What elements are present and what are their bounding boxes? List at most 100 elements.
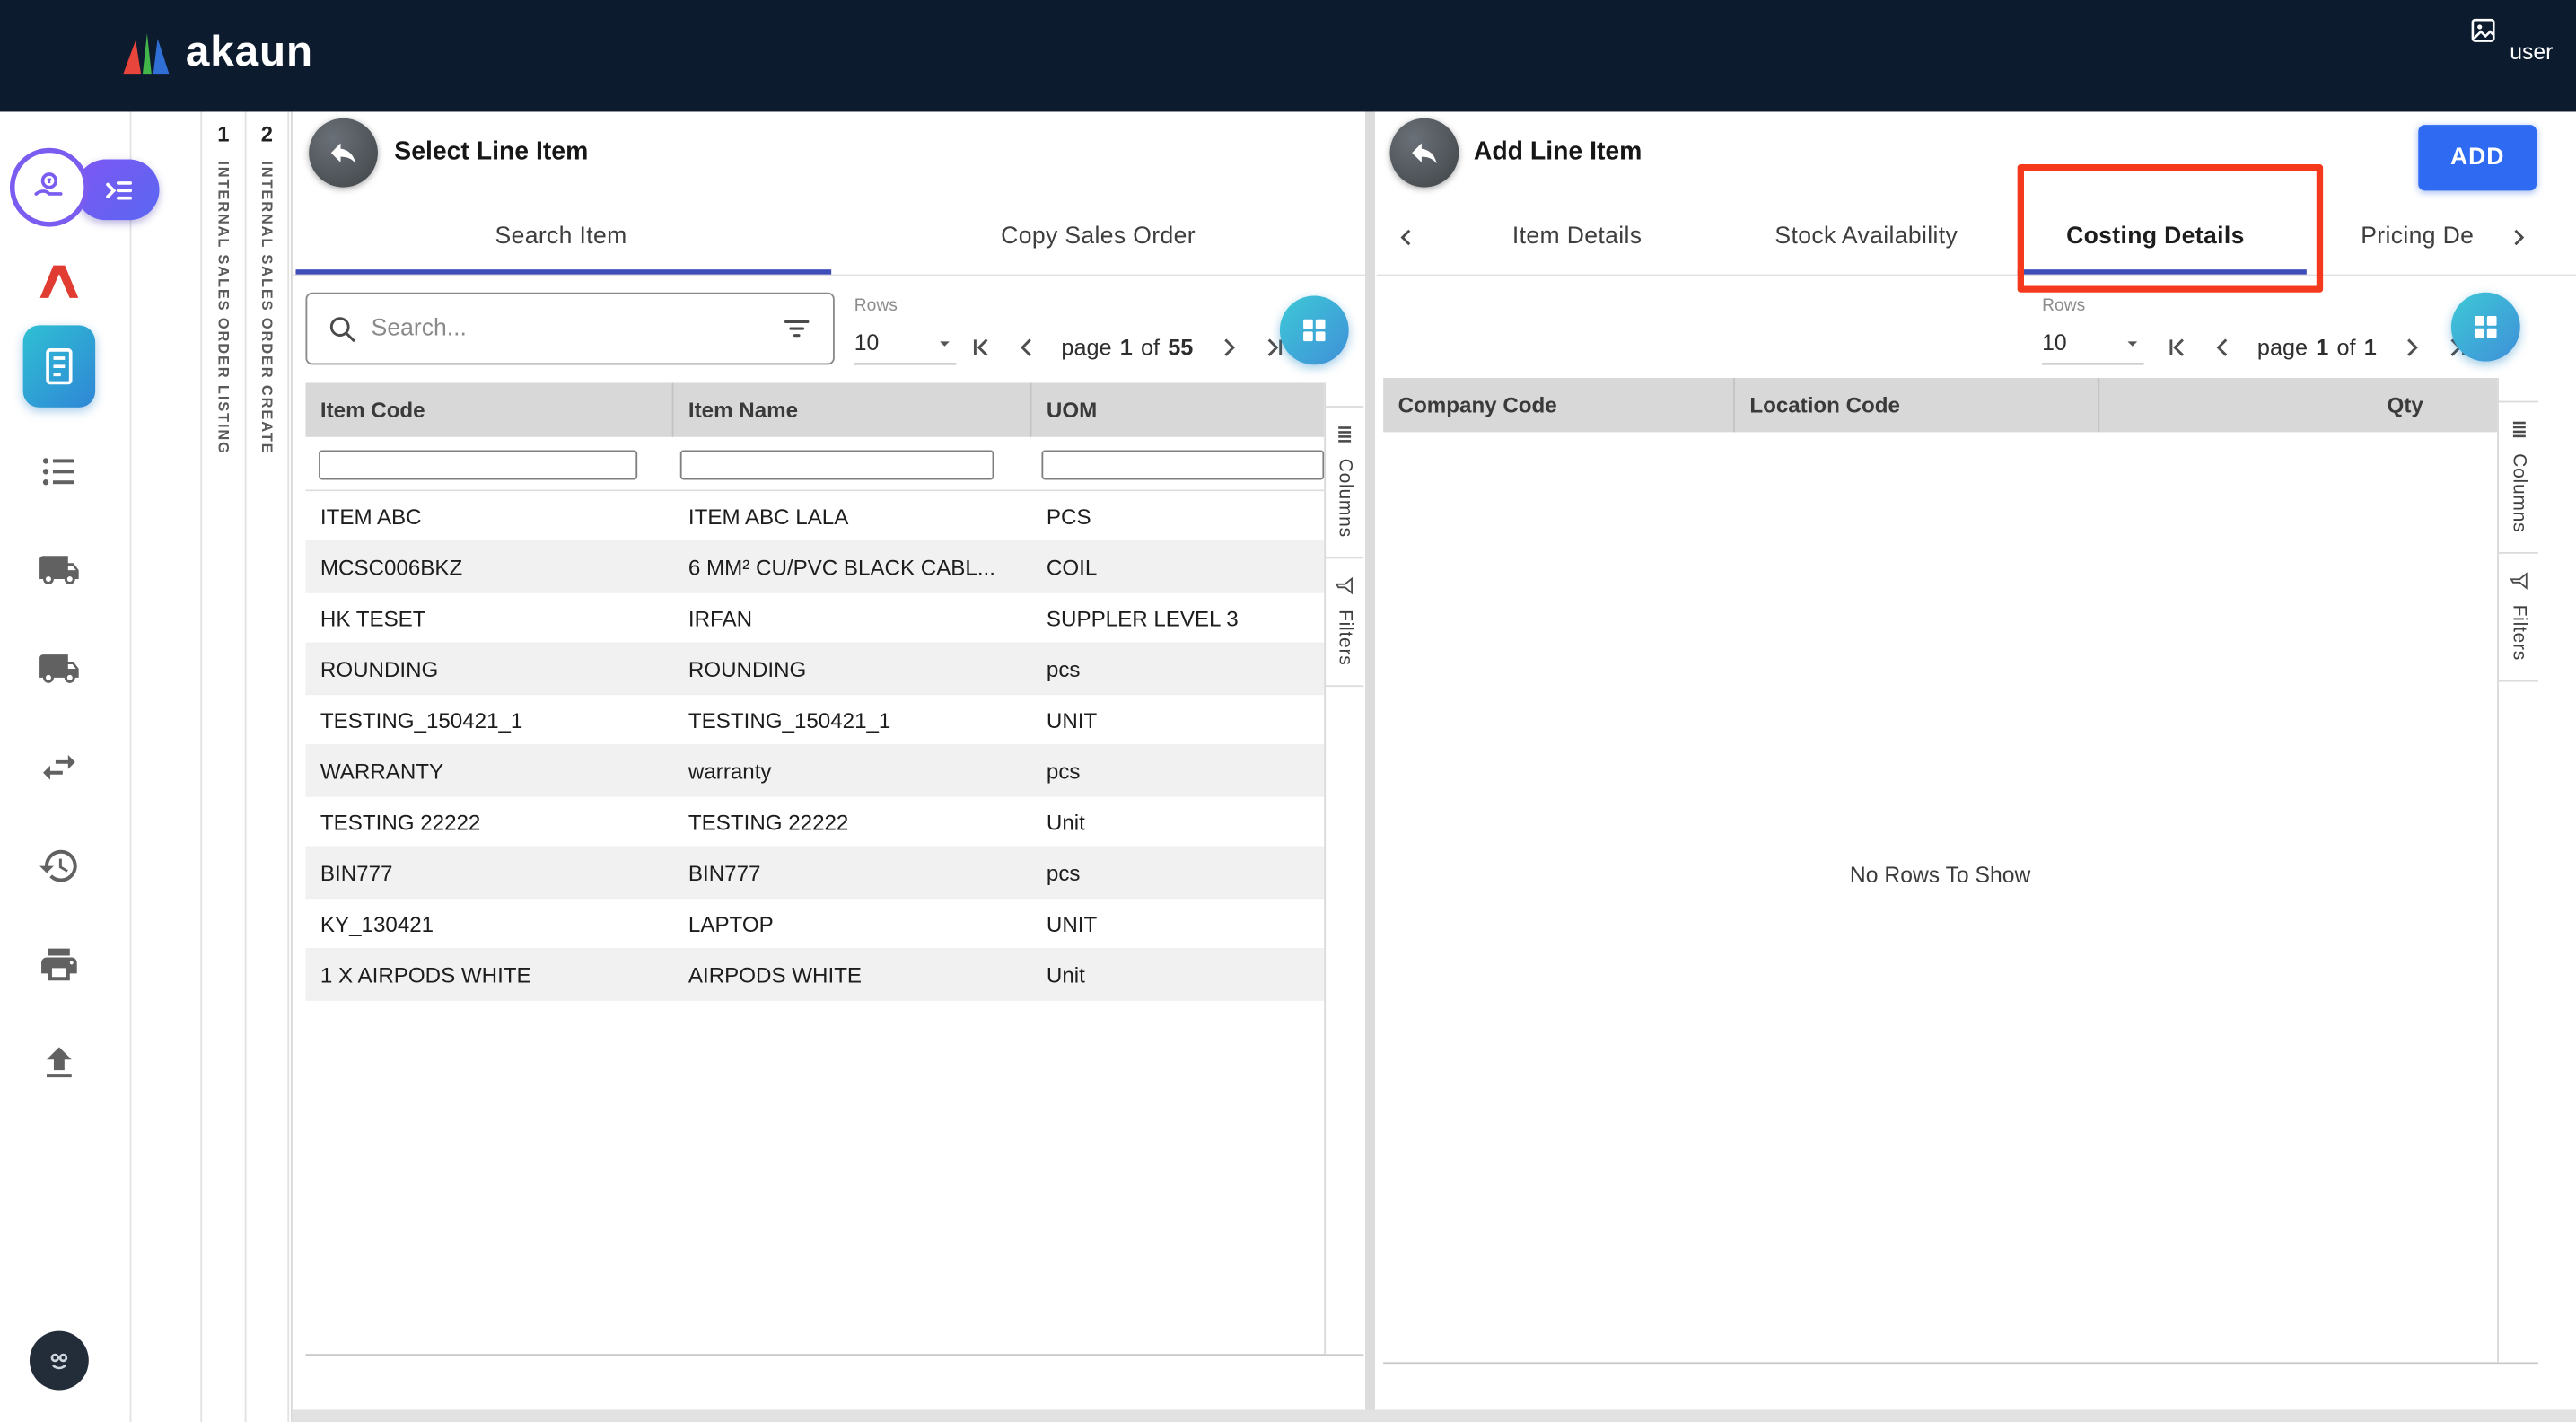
workspace-tab-strip: 1 INTERNAL SALES ORDER LISTING 2 INTERNA… [131,111,292,1422]
columns-tool-label: Columns [2509,453,2528,532]
back-arrow-icon [1408,136,1441,170]
delivery-truck-2-icon[interactable] [38,647,87,697]
item-table: Item Code Item Name UOM ITEM ABCITEM ABC… [305,382,1363,1356]
back-button[interactable] [309,118,378,188]
table-row[interactable]: ITEM ABCITEM ABC LALAPCS [305,491,1324,542]
upload-icon[interactable] [38,1041,87,1091]
table-header-row: Item Code Item Name UOM [305,382,1324,436]
tab-label: Search Item [495,224,627,250]
grid-icon [2469,311,2502,344]
first-page-button[interactable] [963,329,999,364]
hand-money-icon[interactable] [10,148,89,227]
item-name-filter-input[interactable] [680,451,994,480]
table-cell: UNIT [1031,707,1324,732]
add-button[interactable]: ADD [2418,125,2537,190]
column-header-item-name[interactable]: Item Name [673,382,1031,436]
columns-tool-button[interactable]: Columns [1326,406,1363,559]
total-pages: 55 [1168,334,1193,358]
columns-icon [1334,424,1355,445]
table-cell: MCSC006BKZ [305,555,673,579]
table-row[interactable]: TESTING 22222TESTING 22222Unit [305,797,1324,848]
tab-pricing-details[interactable]: Pricing De [2300,198,2493,276]
tab-label: Item Details [1512,224,1643,250]
back-button[interactable] [1389,118,1459,188]
rows-per-page-select[interactable]: 10 [854,322,956,365]
table-cell: 1 X AIRPODS WHITE [305,962,673,987]
filter-list-icon[interactable] [780,312,813,346]
costing-table: Company Code Location Code Qty No Rows T… [1383,378,2538,1364]
uom-filter-input[interactable] [1041,451,1324,480]
workspace-tab-number: 2 [261,121,273,145]
tab-costing-details[interactable]: Costing Details [2011,198,2300,276]
table-row[interactable]: HK TESETIRFANSUPPLER LEVEL 3 [305,593,1324,645]
tab-stock-availability[interactable]: Stock Availability [1722,198,2011,276]
tab-copy-sales-order[interactable]: Copy Sales Order [829,198,1367,276]
tab-label: Costing Details [2066,224,2245,250]
table-cell: SUPPLER LEVEL 3 [1031,605,1324,629]
previous-page-button[interactable] [2204,329,2240,364]
item-code-filter-input[interactable] [319,451,637,480]
column-header-qty[interactable]: Qty [2099,378,2497,432]
table-cell: KY_130421 [305,911,673,935]
rows-per-page-select[interactable]: 10 [2042,322,2143,365]
column-header-location-code[interactable]: Location Code [1735,378,2099,432]
filters-funnel-icon [2508,570,2529,592]
workspace-tab-2[interactable]: 2 INTERNAL SALES ORDER CREATE [245,111,289,1422]
user-avatar[interactable] [30,1331,89,1391]
brand-triangle-icon [121,29,171,75]
table-row[interactable]: KY_130421LAPTOPUNIT [305,899,1324,950]
user-avatar-broken-image-icon[interactable] [2469,16,2497,44]
panel-divider [1365,111,1375,1422]
table-row[interactable]: TESTING_150421_1TESTING_150421_1UNIT [305,695,1324,746]
tabs-scroll-left-icon[interactable] [1389,220,1423,253]
page-word: page [1061,334,1111,358]
empty-table-message: No Rows To Show [1383,863,2497,887]
grid-view-button[interactable] [1280,295,1349,364]
first-page-button[interactable] [2159,329,2195,364]
user-label[interactable]: user [2510,40,2553,64]
transfer-arrows-icon[interactable] [38,746,87,795]
bottom-scrollbar-track[interactable] [131,1409,2576,1422]
table-cell: COIL [1031,555,1324,579]
workspace-tab-1[interactable]: 1 INTERNAL SALES ORDER LISTING [200,111,244,1422]
table-cell: BIN777 [305,860,673,884]
column-header-company-code[interactable]: Company Code [1383,378,1735,432]
tab-search-item[interactable]: Search Item [293,198,830,276]
search-input[interactable] [372,315,767,341]
pdf-module-icon[interactable] [36,259,82,305]
table-row[interactable]: MCSC006BKZ6 MM² CU/PVC BLACK CABL...COIL [305,542,1324,593]
listing-icon[interactable] [38,451,87,500]
back-arrow-icon [327,136,360,170]
next-page-button[interactable] [2393,329,2429,364]
filters-tool-button[interactable]: Filters [2499,554,2538,682]
table-row[interactable]: WARRANTYwarrantypcs [305,746,1324,797]
table-row[interactable]: 1 X AIRPODS WHITEAIRPODS WHITEUnit [305,950,1324,1001]
previous-page-button[interactable] [1009,329,1045,364]
table-cell: pcs [1031,759,1324,783]
panel-title: Select Line Item [394,118,588,188]
module-sidebar [0,111,131,1422]
table-row[interactable]: BIN777BIN777pcs [305,847,1324,899]
tab-item-details[interactable]: Item Details [1433,198,1722,276]
rows-value: 10 [2042,330,2067,355]
table-cell: Unit [1031,809,1324,833]
tabs-scroll-right-icon[interactable] [2501,220,2534,253]
columns-tool-button[interactable]: Columns [2499,401,2538,555]
grid-icon [1298,314,1331,347]
tab-label: Stock Availability [1774,224,1958,250]
brand-logo: akaun [121,26,313,77]
history-clock-icon[interactable] [38,845,87,894]
table-row[interactable]: ROUNDINGROUNDINGpcs [305,644,1324,695]
table-cell: TESTING_150421_1 [673,707,1031,732]
grid-view-button[interactable] [2451,293,2520,362]
filters-tool-button[interactable]: Filters [1326,559,1363,688]
delivery-truck-icon[interactable] [38,549,87,598]
table-cell: BIN777 [673,860,1031,884]
column-header-uom[interactable]: UOM [1031,382,1324,436]
print-icon[interactable] [38,944,87,993]
invoice-module-icon[interactable] [23,325,96,408]
item-table-body: ITEM ABCITEM ABC LALAPCSMCSC006BKZ6 MM² … [305,491,1324,1000]
column-header-item-code[interactable]: Item Code [305,382,673,436]
table-cell: AIRPODS WHITE [673,962,1031,987]
next-page-button[interactable] [1210,329,1246,364]
